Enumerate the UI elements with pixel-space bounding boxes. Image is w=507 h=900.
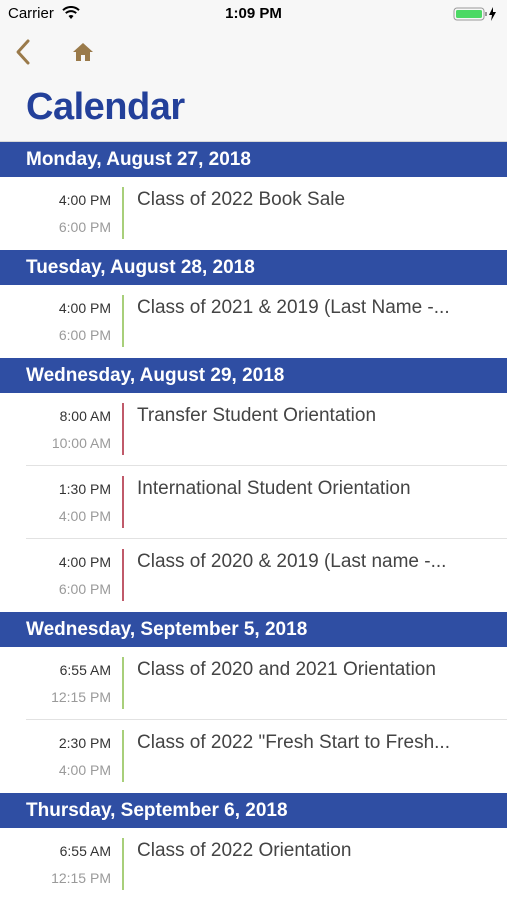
battery-icon xyxy=(453,7,496,21)
event-start-time: 8:00 AM xyxy=(59,408,111,424)
back-chevron-icon[interactable] xyxy=(12,38,36,66)
day-header: Wednesday, September 5, 2018 xyxy=(0,612,507,647)
event-title: International Student Orientation xyxy=(137,478,411,499)
navigation-bar: Calendar xyxy=(0,28,507,142)
event-start-time: 4:00 PM xyxy=(58,554,111,570)
event-end-time: 6:00 PM xyxy=(58,219,111,235)
event-end-time: 12:15 PM xyxy=(51,870,111,886)
event-color-bar xyxy=(122,403,124,455)
event-start-time: 2:30 PM xyxy=(58,735,111,751)
event-color-bar xyxy=(122,295,124,347)
event-row[interactable]: 1:30 PM 4:00 PM International Student Orie… xyxy=(0,466,507,539)
calendar-event-list[interactable]: Monday, August 27, 2018 4:00 PM 6:00 PM Cla… xyxy=(0,142,507,900)
day-header: Thursday, September 6, 2018 xyxy=(0,793,507,828)
event-end-time: 6:00 PM xyxy=(58,581,111,597)
event-end-time: 12:15 PM xyxy=(51,689,111,705)
event-row[interactable]: 4:00 PM 6:00 PM Class of 2022 Book Sale xyxy=(0,177,507,250)
event-color-bar xyxy=(122,838,124,890)
status-bar: Carrier 1:09 PM xyxy=(0,0,507,28)
event-start-time: 4:00 PM xyxy=(58,300,111,316)
event-row[interactable]: 6:55 AM 12:15 PM Class of 2022 Orientation xyxy=(0,828,507,900)
event-row[interactable]: 6:55 AM 12:15 PM Class of 2020 and 2021 Or… xyxy=(0,647,507,720)
event-end-time: 4:00 PM xyxy=(58,762,111,778)
event-end-time: 10:00 AM xyxy=(51,435,111,451)
event-row[interactable]: 4:00 PM 6:00 PM Class of 2021 & 2019 (Last… xyxy=(0,285,507,358)
event-end-time: 4:00 PM xyxy=(58,508,111,524)
event-color-bar xyxy=(122,549,124,601)
event-title: Class of 2020 and 2021 Orientation xyxy=(137,659,436,680)
event-color-bar xyxy=(122,657,124,709)
event-color-bar xyxy=(122,187,124,239)
event-start-time: 1:30 PM xyxy=(58,481,111,497)
status-time: 1:09 PM xyxy=(225,5,282,22)
home-icon[interactable] xyxy=(71,41,95,63)
event-start-time: 4:00 PM xyxy=(58,192,111,208)
event-row[interactable]: 4:00 PM 6:00 PM Class of 2020 & 2019 (Last… xyxy=(0,539,507,612)
event-start-time: 6:55 AM xyxy=(59,843,111,859)
page-title: Calendar xyxy=(26,86,185,128)
event-title: Class of 2022 "Fresh Start to Fresh... xyxy=(137,732,450,753)
event-color-bar xyxy=(122,476,124,528)
day-header: Tuesday, August 28, 2018 xyxy=(0,250,507,285)
event-title: Class of 2021 & 2019 (Last Name -... xyxy=(137,297,450,318)
event-start-time: 6:55 AM xyxy=(59,662,111,678)
event-title: Transfer Student Orientation xyxy=(137,405,377,426)
event-row[interactable]: 2:30 PM 4:00 PM Class of 2022 "Fresh Start… xyxy=(0,720,507,793)
event-title: Class of 2022 Orientation xyxy=(137,840,352,861)
event-end-time: 6:00 PM xyxy=(58,327,111,343)
event-row[interactable]: 8:00 AM 10:00 AM Transfer Student Orientat… xyxy=(0,393,507,466)
event-title: Class of 2020 & 2019 (Last name -... xyxy=(137,551,447,572)
day-header: Monday, August 27, 2018 xyxy=(0,142,507,177)
day-header: Wednesday, August 29, 2018 xyxy=(0,358,507,393)
event-color-bar xyxy=(122,730,124,782)
event-title: Class of 2022 Book Sale xyxy=(137,189,346,210)
